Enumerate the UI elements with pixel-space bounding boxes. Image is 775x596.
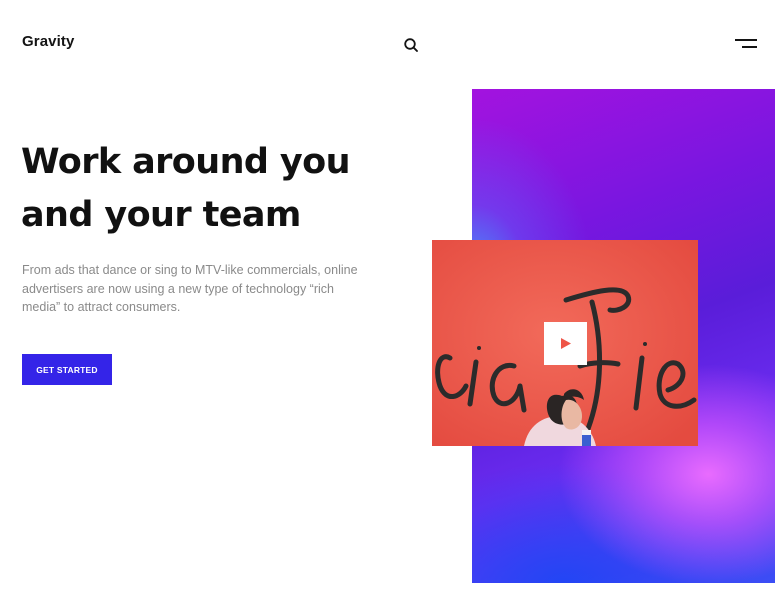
search-button[interactable] [402, 36, 420, 54]
search-icon [404, 38, 418, 52]
play-icon [561, 338, 571, 349]
hero-title: Work around you and your team [21, 136, 381, 242]
landing-page: Gravity Work around you and your team Fr… [0, 0, 775, 596]
hero-title-line-1: Work around you [21, 142, 351, 182]
get-started-button[interactable]: GET STARTED [22, 354, 112, 385]
menu-icon [735, 39, 757, 48]
video-thumbnail[interactable] [432, 240, 698, 446]
hero-title-line-2: and your team [21, 195, 301, 235]
play-button[interactable] [544, 322, 587, 365]
menu-button[interactable] [732, 37, 758, 51]
hero-description: From ads that dance or sing to MTV-like … [22, 263, 358, 314]
brand-logo[interactable]: Gravity [22, 33, 74, 50]
